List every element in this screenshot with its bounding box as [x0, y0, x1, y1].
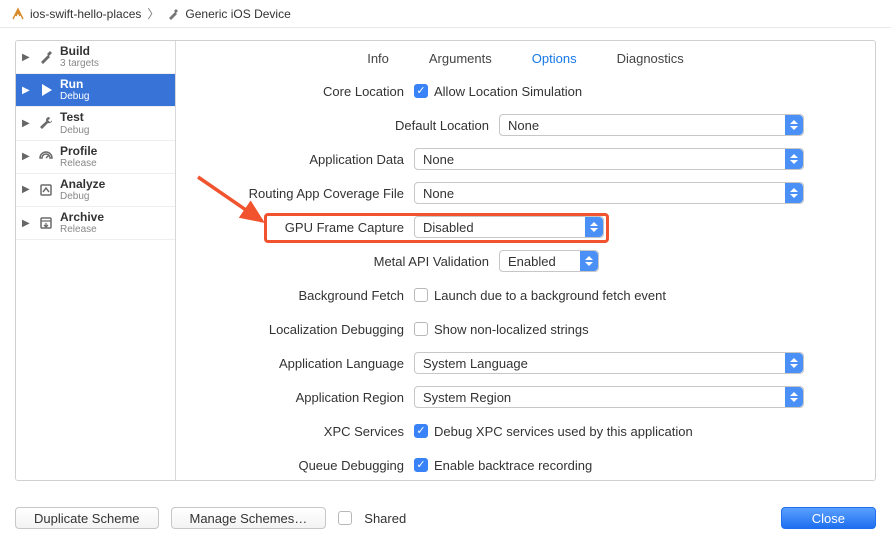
localization-debugging-checkbox[interactable]: [414, 322, 428, 336]
tab-arguments[interactable]: Arguments: [429, 51, 492, 66]
hammer-icon: [165, 6, 181, 22]
breadcrumb-project[interactable]: ios-swift-hello-places: [30, 7, 141, 21]
stepper-icon: [785, 353, 803, 373]
xpc-services-checkbox[interactable]: [414, 424, 428, 438]
select-value: Enabled: [508, 254, 556, 269]
breadcrumb-target[interactable]: Generic iOS Device: [185, 7, 290, 21]
sidebar-title: Analyze: [60, 178, 105, 191]
sidebar-subtitle: Debug: [60, 91, 89, 102]
allow-location-text: Allow Location Simulation: [434, 84, 582, 99]
breadcrumb: ios-swift-hello-places 〉 Generic iOS Dev…: [0, 0, 891, 28]
sidebar-title: Archive: [60, 211, 104, 224]
default-location-label: Default Location: [194, 118, 499, 133]
sidebar-item-analyze[interactable]: ▶ AnalyzeDebug: [16, 174, 175, 207]
chevron-right-icon: 〉: [147, 5, 159, 22]
sidebar-item-test[interactable]: ▶ TestDebug: [16, 107, 175, 140]
gpu-frame-capture-select[interactable]: Disabled: [414, 216, 604, 238]
sidebar-subtitle: Debug: [60, 125, 89, 136]
options-pane: Info Arguments Options Diagnostics Core …: [176, 41, 875, 480]
sidebar-item-archive[interactable]: ▶ ArchiveRelease: [16, 207, 175, 240]
stepper-icon: [585, 217, 603, 237]
xpc-services-text: Debug XPC services used by this applicat…: [434, 424, 693, 439]
select-value: None: [423, 186, 454, 201]
sidebar-title: Run: [60, 78, 89, 91]
stepper-icon: [580, 251, 598, 271]
stepper-icon: [785, 387, 803, 407]
core-location-label: Core Location: [194, 84, 414, 99]
select-value: Disabled: [423, 220, 474, 235]
allow-location-checkbox[interactable]: [414, 84, 428, 98]
stepper-icon: [785, 149, 803, 169]
scheme-sidebar: ▶ Build3 targets ▶ RunDebug ▶ TestDebug …: [16, 41, 176, 480]
application-data-label: Application Data: [194, 152, 414, 167]
queue-debugging-label: Queue Debugging: [194, 458, 414, 473]
queue-debugging-checkbox[interactable]: [414, 458, 428, 472]
tab-diagnostics[interactable]: Diagnostics: [617, 51, 684, 66]
select-value: System Region: [423, 390, 511, 405]
sidebar-title: Profile: [60, 145, 97, 158]
bottom-toolbar: Duplicate Scheme Manage Schemes… Shared …: [15, 507, 876, 529]
background-fetch-checkbox[interactable]: [414, 288, 428, 302]
archive-icon: [36, 213, 56, 233]
sidebar-subtitle: Debug: [60, 191, 105, 202]
gauge-icon: [36, 147, 56, 167]
tab-options[interactable]: Options: [532, 51, 577, 66]
duplicate-scheme-button[interactable]: Duplicate Scheme: [15, 507, 159, 529]
select-value: System Language: [423, 356, 528, 371]
sidebar-subtitle: Release: [60, 158, 97, 169]
sidebar-title: Build: [60, 45, 99, 58]
background-fetch-text: Launch due to a background fetch event: [434, 288, 666, 303]
application-region-label: Application Region: [194, 390, 414, 405]
disclosure-triangle-icon[interactable]: ▶: [22, 85, 32, 96]
app-icon: [10, 6, 26, 22]
hammer-icon: [36, 47, 56, 67]
disclosure-triangle-icon[interactable]: ▶: [22, 151, 32, 162]
disclosure-triangle-icon[interactable]: ▶: [22, 52, 32, 63]
sidebar-item-profile[interactable]: ▶ ProfileRelease: [16, 141, 175, 174]
metal-validation-label: Metal API Validation: [194, 254, 499, 269]
background-fetch-label: Background Fetch: [194, 288, 414, 303]
application-data-select[interactable]: None: [414, 148, 804, 170]
localization-debugging-label: Localization Debugging: [194, 322, 414, 337]
shared-checkbox[interactable]: [338, 511, 352, 525]
application-language-label: Application Language: [194, 356, 414, 371]
select-value: None: [508, 118, 539, 133]
routing-select[interactable]: None: [414, 182, 804, 204]
queue-debugging-text: Enable backtrace recording: [434, 458, 592, 473]
gpu-frame-capture-label: GPU Frame Capture: [194, 220, 414, 235]
stepper-icon: [785, 115, 803, 135]
sidebar-item-build[interactable]: ▶ Build3 targets: [16, 41, 175, 74]
metal-validation-select[interactable]: Enabled: [499, 250, 599, 272]
application-language-select[interactable]: System Language: [414, 352, 804, 374]
sidebar-subtitle: Release: [60, 224, 104, 235]
xpc-services-label: XPC Services: [194, 424, 414, 439]
disclosure-triangle-icon[interactable]: ▶: [22, 184, 32, 195]
analyze-icon: [36, 180, 56, 200]
close-button[interactable]: Close: [781, 507, 876, 529]
stepper-icon: [785, 183, 803, 203]
manage-schemes-button[interactable]: Manage Schemes…: [171, 507, 327, 529]
default-location-select[interactable]: None: [499, 114, 804, 136]
localization-debugging-text: Show non-localized strings: [434, 322, 589, 337]
disclosure-triangle-icon[interactable]: ▶: [22, 218, 32, 229]
scheme-editor-panel: ▶ Build3 targets ▶ RunDebug ▶ TestDebug …: [15, 40, 876, 481]
select-value: None: [423, 152, 454, 167]
sidebar-subtitle: 3 targets: [60, 58, 99, 69]
routing-label: Routing App Coverage File: [194, 186, 414, 201]
sidebar-item-run[interactable]: ▶ RunDebug: [16, 74, 175, 107]
application-region-select[interactable]: System Region: [414, 386, 804, 408]
wrench-icon: [36, 113, 56, 133]
disclosure-triangle-icon[interactable]: ▶: [22, 118, 32, 129]
tab-info[interactable]: Info: [367, 51, 389, 66]
sidebar-title: Test: [60, 111, 89, 124]
tab-bar: Info Arguments Options Diagnostics: [176, 41, 875, 80]
shared-label: Shared: [364, 511, 406, 526]
play-icon: [36, 80, 56, 100]
